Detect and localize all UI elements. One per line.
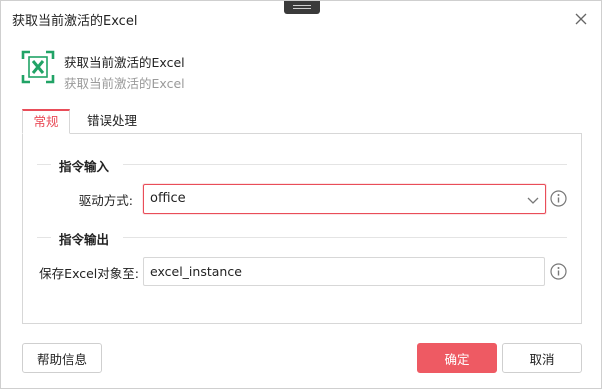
info-icon[interactable] [550,190,567,207]
cancel-button[interactable]: 取消 [502,343,582,373]
settings-panel: 指令输入 驱动方式: office 指令输出 保存Excel对象至: [22,133,582,324]
output-section-title: 指令输出 [59,232,110,247]
dialog: 获取当前激活的Excel 获取当前激活的Excel 获取当前激活的Excel 常… [0,0,602,389]
help-button[interactable]: 帮助信息 [22,343,102,373]
section-divider [123,237,567,238]
close-button[interactable] [569,7,593,31]
command-name: 获取当前激活的Excel [64,55,185,70]
save-excel-input[interactable] [143,257,545,286]
tab-error-handling[interactable]: 错误处理 [82,109,142,134]
tab-bar: 常规 错误处理 [22,109,582,134]
drag-handle[interactable] [284,1,320,14]
section-divider [123,164,567,165]
info-icon[interactable] [550,263,567,280]
excel-icon [21,50,55,84]
close-icon [575,13,587,25]
save-excel-label: 保存Excel对象至: [39,266,139,281]
driver-select-value: office [150,191,186,206]
chevron-down-icon [527,197,539,204]
input-section-title: 指令输入 [59,159,110,174]
title-bar[interactable]: 获取当前激活的Excel [1,1,601,37]
driver-label: 驱动方式: [78,193,133,208]
command-description: 获取当前激活的Excel [64,76,185,91]
section-divider [37,237,51,238]
tab-general[interactable]: 常规 [22,109,70,134]
section-divider [37,164,51,165]
driver-select[interactable]: office [143,184,546,214]
ok-button[interactable]: 确定 [417,343,497,373]
window-title: 获取当前激活的Excel [12,14,138,29]
